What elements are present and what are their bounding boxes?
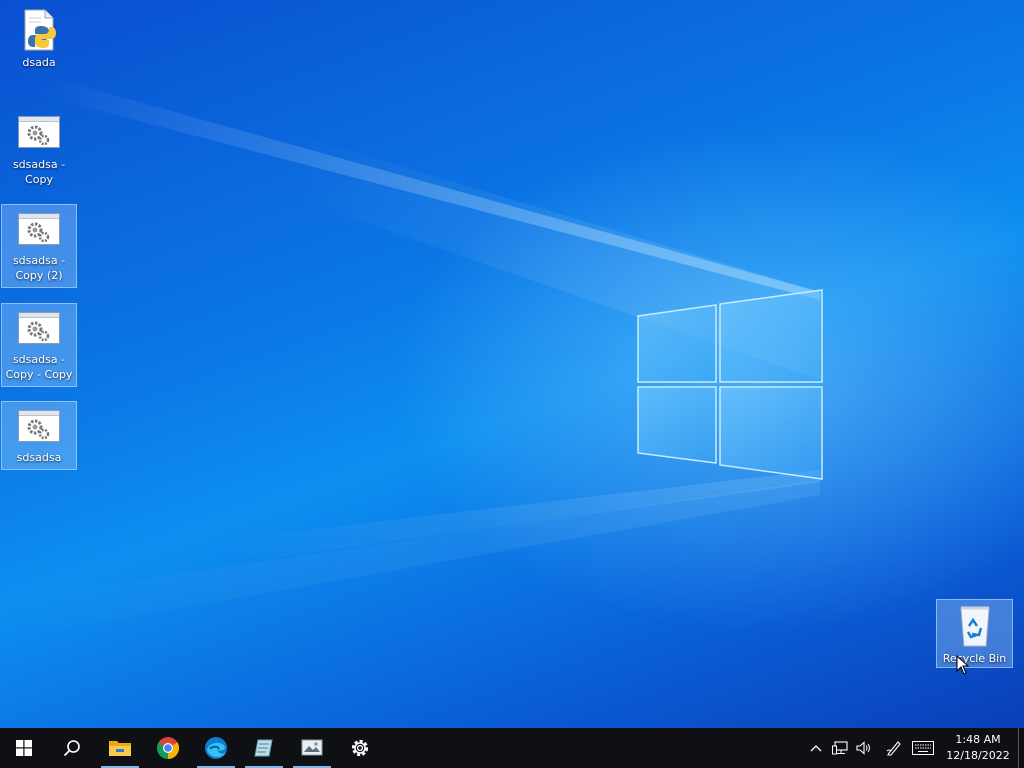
settings-button[interactable]: [336, 728, 384, 768]
settings-icon: [351, 739, 369, 757]
photo-app-icon: [301, 739, 323, 756]
search-icon: [63, 740, 80, 757]
desktop-icon-label: sdsadsa: [16, 451, 62, 464]
recycle-bin-label: Recycle Bin: [942, 652, 1007, 665]
network-button[interactable]: [828, 728, 852, 768]
recycle-bin-icon: [959, 606, 990, 647]
system-tray: 1:48 AM 12/18/2022: [804, 728, 1024, 768]
volume-icon: [856, 741, 870, 755]
notepad-app-button[interactable]: [240, 728, 288, 768]
file-explorer-button[interactable]: [96, 728, 144, 768]
desktop-icon-label: sdsadsa - Copy: [12, 158, 66, 186]
file-explorer-icon: [109, 741, 131, 756]
taskbar: 1:48 AM 12/18/2022: [0, 728, 1024, 768]
desktop-icon-recycle-bin[interactable]: Recycle Bin: [936, 599, 1013, 668]
desktop-icon-sdsadsa-copy-2[interactable]: sdsadsa - Copy (2): [1, 204, 77, 288]
desktop-icon-sdsadsa-copy[interactable]: sdsadsa - Copy: [1, 106, 77, 192]
edge-button[interactable]: [192, 728, 240, 768]
touch-keyboard-button[interactable]: [906, 728, 940, 768]
pen-icon: [886, 741, 901, 756]
desktop-icon-label: sdsadsa - Copy (2): [12, 254, 66, 282]
search-button[interactable]: [48, 728, 96, 768]
windows-logo-wallpaper: [637, 289, 823, 480]
desktop-icon-label: dsada: [22, 56, 56, 69]
windows-start-icon: [16, 740, 32, 756]
desktop-icon-label: sdsadsa - Copy - Copy: [5, 353, 73, 381]
edge-icon: [205, 737, 227, 759]
desktop-icon-sdsadsa[interactable]: sdsadsa: [1, 401, 77, 470]
mouse-cursor-icon: [956, 655, 970, 675]
application-gear-icon: [17, 211, 61, 247]
application-gear-icon: [17, 113, 61, 151]
wallpaper-light-beams: [0, 80, 820, 640]
show-desktop-button[interactable]: [1018, 728, 1024, 768]
chrome-button[interactable]: [144, 728, 192, 768]
desktop-icon-sdsadsa-copy-copy[interactable]: sdsadsa - Copy - Copy: [1, 303, 77, 387]
desktop[interactable]: dsada sdsadsa - Copy sdsadsa - Copy (2) …: [0, 0, 1024, 728]
show-hidden-icons-button[interactable]: [804, 728, 828, 768]
clock-time: 1:48 AM: [955, 733, 1001, 746]
application-gear-icon: [17, 310, 61, 346]
volume-button[interactable]: [852, 728, 876, 768]
keyboard-icon: [912, 741, 934, 755]
python-file-icon: [17, 9, 61, 51]
pen-workspace-button[interactable]: [882, 728, 906, 768]
network-icon: [832, 741, 848, 755]
chevron-up-icon: [810, 745, 822, 752]
notepad-app-icon: [254, 739, 273, 757]
application-gear-icon: [17, 408, 61, 444]
chrome-icon: [157, 737, 179, 759]
desktop-icon-dsada[interactable]: dsada: [1, 4, 77, 75]
clock[interactable]: 1:48 AM 12/18/2022: [940, 732, 1016, 764]
start-button[interactable]: [0, 728, 48, 768]
clock-date: 12/18/2022: [946, 749, 1010, 762]
photo-app-button[interactable]: [288, 728, 336, 768]
